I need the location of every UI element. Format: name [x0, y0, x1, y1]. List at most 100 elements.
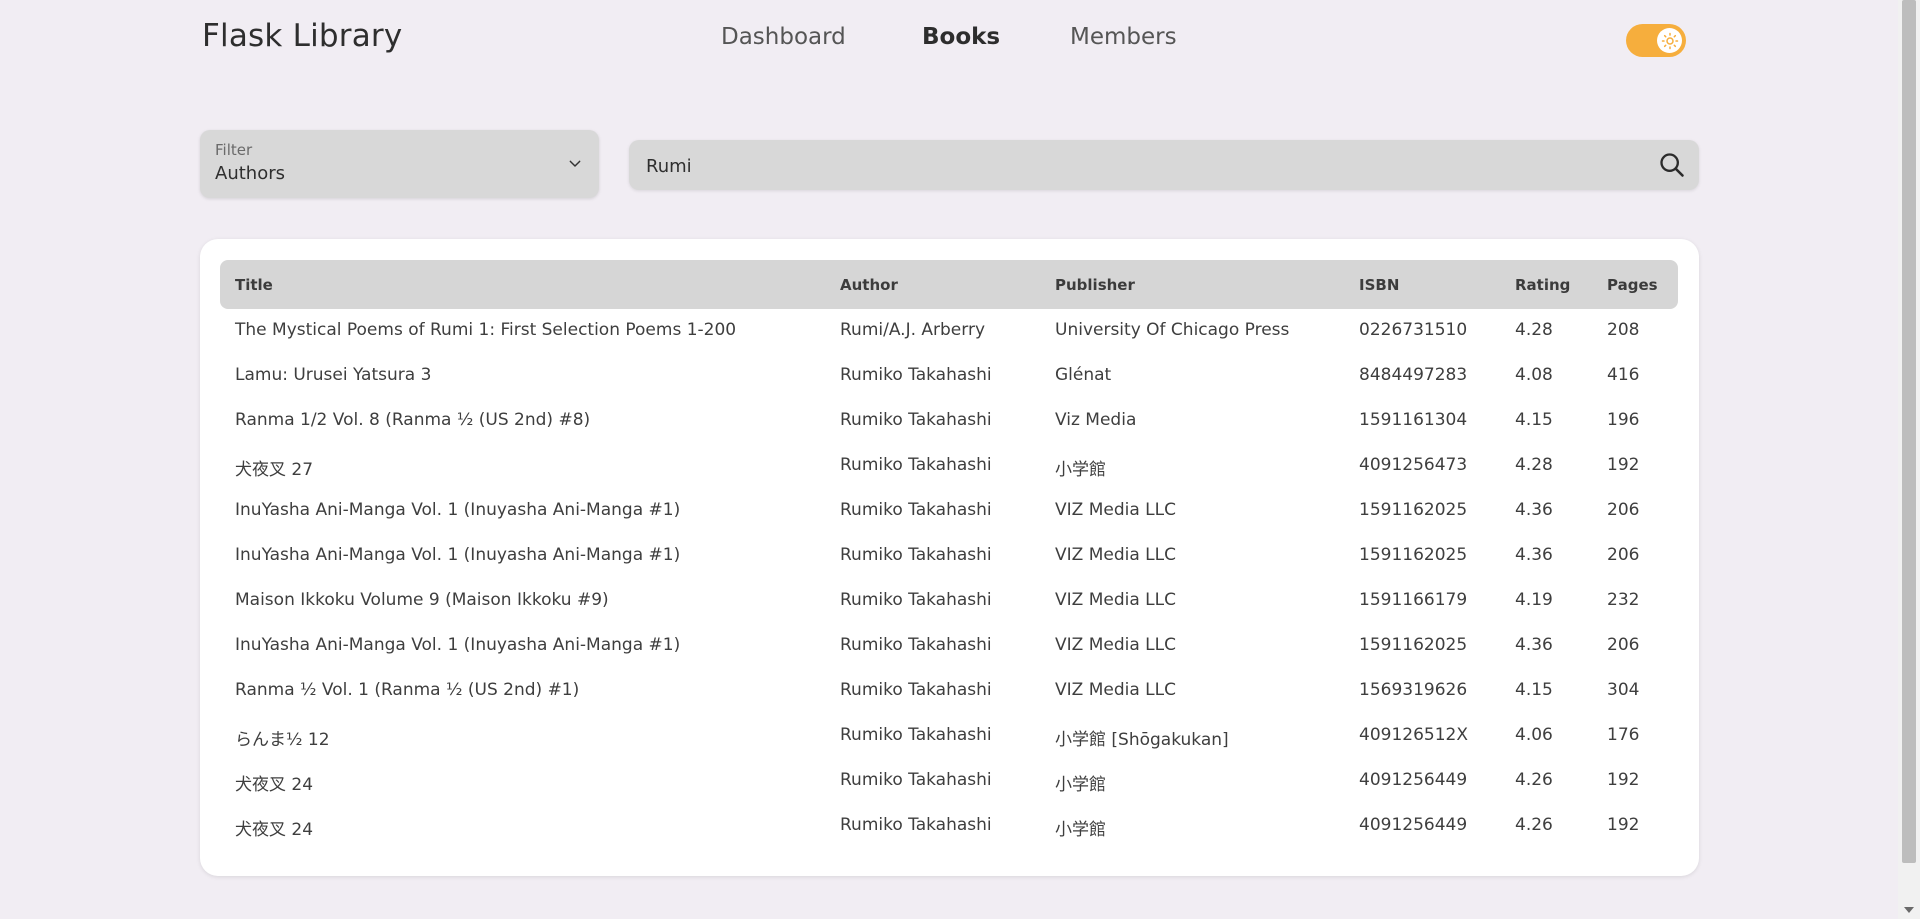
cell-publisher: Glénat [1055, 365, 1112, 385]
cell-title: 犬夜叉 24 [235, 775, 314, 795]
table-row[interactable]: 犬夜叉 27 Rumiko Takahashi 小学館 4091256473 4… [220, 444, 1678, 489]
cell-author: Rumiko Takahashi [840, 770, 992, 790]
cell-author: Rumiko Takahashi [840, 590, 992, 610]
cell-isbn: 1591162025 [1359, 545, 1468, 565]
cell-author: Rumiko Takahashi [840, 365, 992, 385]
filter-label: Filter [215, 141, 253, 159]
cell-isbn: 1591162025 [1359, 500, 1468, 520]
cell-pages: 206 [1607, 545, 1640, 565]
chevron-down-icon [569, 160, 581, 167]
cell-rating: 4.19 [1515, 590, 1553, 610]
table-row[interactable]: Ranma ½ Vol. 1 (Ranma ½ (US 2nd) #1) Rum… [220, 669, 1678, 714]
cell-author: Rumiko Takahashi [840, 635, 992, 655]
nav-members-link[interactable]: Members [1070, 24, 1177, 50]
column-publisher[interactable]: Publisher [1055, 276, 1135, 294]
cell-title: らんま½ 12 [235, 730, 330, 750]
cell-pages: 232 [1607, 590, 1640, 610]
table-row[interactable]: The Mystical Poems of Rumi 1: First Sele… [220, 309, 1678, 354]
theme-toggle[interactable] [1626, 24, 1686, 57]
table-row[interactable]: 犬夜叉 24 Rumiko Takahashi 小学館 4091256449 4… [220, 759, 1678, 804]
cell-author: Rumi/A.J. Arberry [840, 320, 985, 340]
cell-isbn: 1569319626 [1359, 680, 1468, 700]
cell-title: The Mystical Poems of Rumi 1: First Sele… [235, 320, 737, 340]
books-table-header: Title Author Publisher ISBN Rating Pages [220, 260, 1678, 309]
table-row[interactable]: Lamu: Urusei Yatsura 3 Rumiko Takahashi … [220, 354, 1678, 399]
cell-publisher: 小学館 [1055, 460, 1106, 480]
cell-author: Rumiko Takahashi [840, 500, 992, 520]
cell-isbn: 0226731510 [1359, 320, 1468, 340]
cell-rating: 4.36 [1515, 545, 1553, 565]
table-row[interactable]: InuYasha Ani-Manga Vol. 1 (Inuyasha Ani-… [220, 489, 1678, 534]
table-row[interactable]: InuYasha Ani-Manga Vol. 1 (Inuyasha Ani-… [220, 534, 1678, 579]
table-row[interactable]: らんま½ 12 Rumiko Takahashi 小学館 [Shōgakukan… [220, 714, 1678, 759]
cell-rating: 4.06 [1515, 725, 1553, 745]
cell-publisher: Viz Media [1055, 410, 1137, 430]
vertical-scrollbar[interactable] [1898, 0, 1920, 919]
cell-publisher: VIZ Media LLC [1055, 590, 1176, 610]
cell-publisher: 小学館 [Shōgakukan] [1055, 730, 1229, 750]
search-box [629, 140, 1699, 192]
cell-pages: 192 [1607, 770, 1640, 790]
cell-pages: 176 [1607, 725, 1640, 745]
column-rating[interactable]: Rating [1515, 276, 1570, 294]
column-title[interactable]: Title [235, 276, 273, 294]
cell-pages: 208 [1607, 320, 1640, 340]
cell-rating: 4.26 [1515, 770, 1553, 790]
cell-rating: 4.28 [1515, 455, 1553, 475]
cell-isbn: 8484497283 [1359, 365, 1468, 385]
cell-title: InuYasha Ani-Manga Vol. 1 (Inuyasha Ani-… [235, 635, 681, 655]
cell-pages: 304 [1607, 680, 1640, 700]
cell-pages: 192 [1607, 455, 1640, 475]
cell-author: Rumiko Takahashi [840, 725, 992, 745]
cell-isbn: 4091256473 [1359, 455, 1468, 475]
column-pages[interactable]: Pages [1607, 276, 1658, 294]
books-table-card: Title Author Publisher ISBN Rating Pages… [200, 239, 1699, 876]
table-row[interactable]: InuYasha Ani-Manga Vol. 1 (Inuyasha Ani-… [220, 624, 1678, 669]
column-author[interactable]: Author [840, 276, 898, 294]
theme-toggle-knob [1657, 28, 1682, 53]
column-isbn[interactable]: ISBN [1359, 276, 1399, 294]
cell-rating: 4.15 [1515, 410, 1553, 430]
cell-title: Ranma 1/2 Vol. 8 (Ranma ½ (US 2nd) #8) [235, 410, 591, 430]
cell-publisher: 小学館 [1055, 775, 1106, 795]
cell-author: Rumiko Takahashi [840, 455, 992, 475]
cell-author: Rumiko Takahashi [840, 410, 992, 430]
cell-author: Rumiko Takahashi [840, 680, 992, 700]
search-input[interactable] [644, 140, 1628, 192]
cell-rating: 4.28 [1515, 320, 1553, 340]
cell-pages: 192 [1607, 815, 1640, 835]
scroll-down-arrow-icon[interactable] [1904, 907, 1914, 913]
cell-isbn: 1591162025 [1359, 635, 1468, 655]
app-page: Flask Library Dashboard Books Members Fi… [0, 0, 1898, 919]
cell-rating: 4.08 [1515, 365, 1553, 385]
search-icon[interactable] [1658, 151, 1686, 179]
cell-publisher: VIZ Media LLC [1055, 635, 1176, 655]
cell-author: Rumiko Takahashi [840, 815, 992, 835]
table-row[interactable]: 犬夜叉 24 Rumiko Takahashi 小学館 4091256449 4… [220, 804, 1678, 849]
cell-isbn: 409126512X [1359, 725, 1468, 745]
cell-rating: 4.15 [1515, 680, 1553, 700]
table-row[interactable]: Ranma 1/2 Vol. 8 (Ranma ½ (US 2nd) #8) R… [220, 399, 1678, 444]
cell-publisher: 小学館 [1055, 820, 1106, 840]
cell-publisher: University Of Chicago Press [1055, 320, 1290, 340]
cell-title: InuYasha Ani-Manga Vol. 1 (Inuyasha Ani-… [235, 545, 681, 565]
cell-pages: 416 [1607, 365, 1640, 385]
cell-title: Lamu: Urusei Yatsura 3 [235, 365, 432, 385]
table-row[interactable]: Maison Ikkoku Volume 9 (Maison Ikkoku #9… [220, 579, 1678, 624]
filter-select[interactable]: Filter Authors [200, 130, 599, 198]
cell-publisher: VIZ Media LLC [1055, 680, 1176, 700]
cell-pages: 206 [1607, 635, 1640, 655]
nav-dashboard-link[interactable]: Dashboard [721, 24, 846, 50]
nav-books-link[interactable]: Books [922, 24, 1000, 50]
cell-title: Ranma ½ Vol. 1 (Ranma ½ (US 2nd) #1) [235, 680, 580, 700]
cell-isbn: 4091256449 [1359, 815, 1468, 835]
filter-value: Authors [215, 163, 285, 184]
cell-title: InuYasha Ani-Manga Vol. 1 (Inuyasha Ani-… [235, 500, 681, 520]
books-table-body: The Mystical Poems of Rumi 1: First Sele… [220, 309, 1678, 849]
scrollbar-thumb[interactable] [1902, 0, 1916, 863]
cell-title: 犬夜叉 24 [235, 820, 314, 840]
top-navigation: Dashboard Books Members [0, 24, 1898, 58]
cell-publisher: VIZ Media LLC [1055, 500, 1176, 520]
cell-rating: 4.26 [1515, 815, 1553, 835]
cell-title: 犬夜叉 27 [235, 460, 314, 480]
